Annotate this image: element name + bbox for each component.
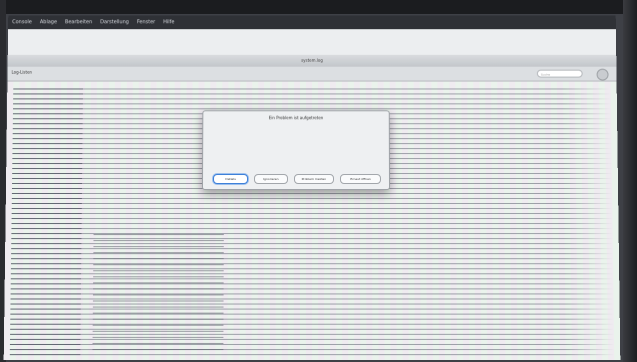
monitor-bezel-top bbox=[0, 0, 637, 14]
search-input[interactable]: Suche bbox=[536, 69, 583, 78]
gear-icon[interactable] bbox=[596, 68, 609, 81]
menu-bar: Console Ablage Bearbeiten Darstellung Fe… bbox=[8, 15, 616, 30]
menu-item-bearbeiten[interactable]: Bearbeiten bbox=[65, 19, 92, 25]
window-toolbar: Log-Listen Suche bbox=[7, 66, 617, 82]
reopen-button[interactable]: Erneut öffnen bbox=[340, 174, 381, 185]
ignore-button[interactable]: Ignorieren bbox=[254, 174, 288, 185]
menu-item-ablage[interactable]: Ablage bbox=[40, 19, 57, 25]
menu-item-darstellung[interactable]: Darstellung bbox=[100, 19, 129, 25]
menu-item-console[interactable]: Console bbox=[12, 19, 32, 25]
log-timestamps bbox=[9, 85, 84, 357]
screen: Console Ablage Bearbeiten Darstellung Fe… bbox=[3, 15, 621, 361]
log-list-tab[interactable]: Log-Listen bbox=[11, 70, 32, 75]
monitor-bezel-right bbox=[623, 0, 637, 362]
dialog-title: Ein Problem ist aufgetreten bbox=[268, 115, 324, 121]
window-title: system.log bbox=[301, 57, 323, 63]
error-dialog: Ein Problem ist aufgetreten Details Igno… bbox=[201, 110, 391, 190]
menu-item-hilfe[interactable]: Hilfe bbox=[163, 19, 174, 25]
menu-item-fenster[interactable]: Fenster bbox=[137, 19, 155, 25]
log-stacktrace bbox=[92, 231, 224, 353]
report-button[interactable]: Problem melden bbox=[293, 174, 335, 185]
details-button[interactable]: Details bbox=[213, 174, 249, 185]
dialog-buttons: Details Ignorieren Problem melden Erneut… bbox=[213, 174, 381, 185]
